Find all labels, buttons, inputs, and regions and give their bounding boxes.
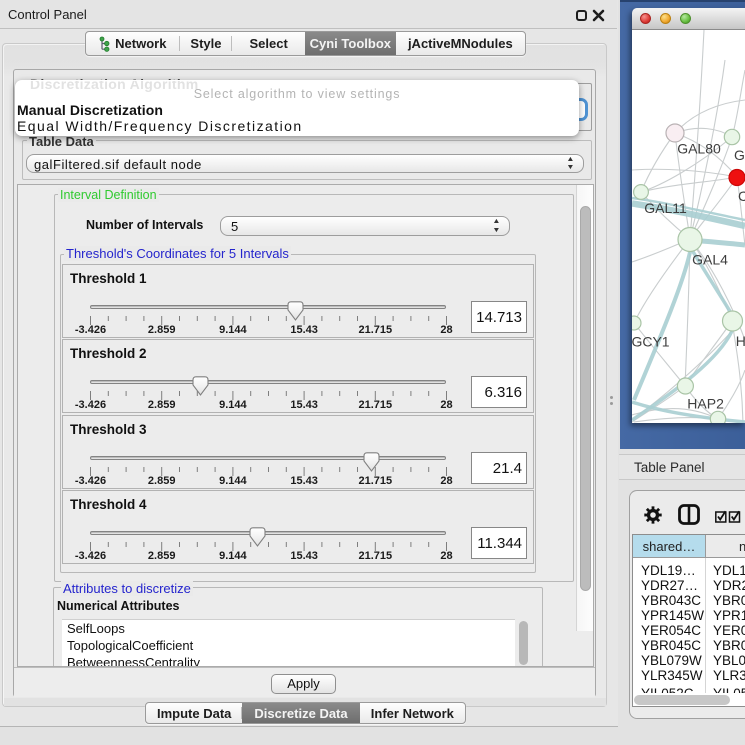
svg-text:CY: CY [738,188,745,204]
svg-text:H: H [736,333,745,349]
svg-text:GCY1: GCY1 [632,334,670,350]
svg-text:GAL80: GAL80 [677,141,721,157]
svg-text:GAL11: GAL11 [644,200,687,216]
svg-text:GA: GA [734,147,745,163]
svg-text:GAL4: GAL4 [692,252,728,268]
svg-text:HAP2: HAP2 [687,396,724,412]
